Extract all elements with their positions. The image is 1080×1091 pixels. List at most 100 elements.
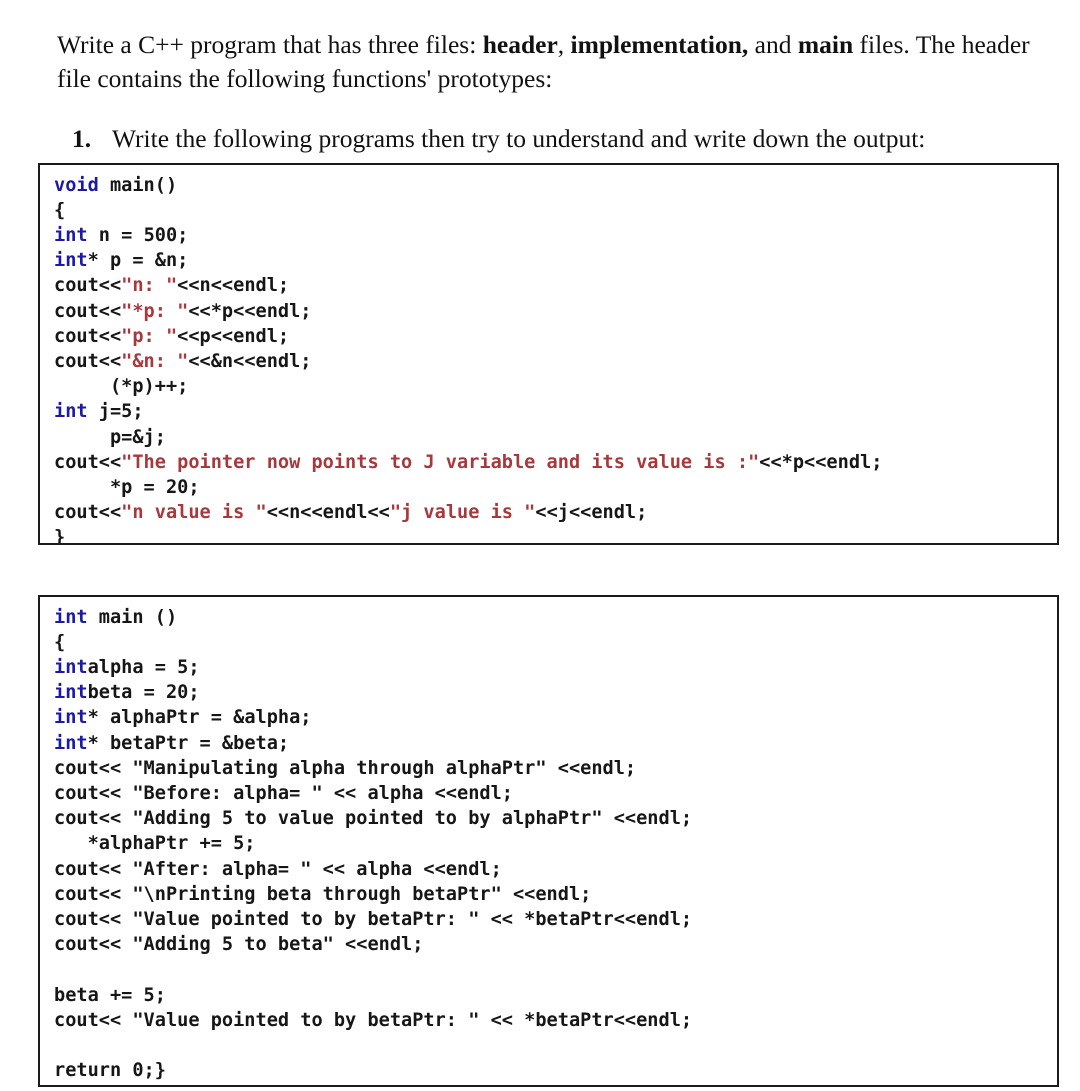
code-line: cout<< "Value pointed to by betaPtr: " <… [54,1008,1057,1033]
code-plain: cout<< [54,325,122,347]
code-plain: cout<< [54,275,122,297]
code-line: cout<< "Before: alpha= " << alpha <<endl… [54,781,1057,806]
code-line: cout<< "Adding 5 to beta" <<endl; [54,932,1057,957]
code-plain: n = 500; [87,224,189,246]
code-line: void main() [54,173,1057,198]
code-plain: *alphaPtr += 5; [54,833,256,855]
code-plain: cout<< "After: alpha= " << alpha <<endl; [54,858,502,880]
code-line: intbeta = 20; [54,680,1057,705]
code-plain: <<&n<<endl; [188,350,312,372]
code-line: int* p = &n; [54,248,1057,273]
code-plain: main () [87,606,178,628]
code-block-2: int main (){intalpha = 5; intbeta = 20; in… [38,594,1059,1087]
code-plain: <<*p<<endl; [188,300,312,322]
code-string: "p: " [121,325,178,347]
code-line: int main () [54,605,1057,630]
code-plain: cout<< "Value pointed to by betaPtr: " <… [54,908,693,930]
code-plain: cout<< [54,502,122,524]
code-plain: beta += 5; [54,984,166,1006]
code-line: return 0;} [54,1058,1057,1083]
code-keyword: int [54,401,88,423]
code-plain: <<p<<endl; [177,325,290,347]
code-line: cout<<"n value is "<<n<<endl<<"j value i… [54,500,1057,525]
code-plain: cout<< [54,451,122,473]
code-line: p=&j; [54,425,1057,450]
code-keyword: int [54,250,88,272]
code-line: } [54,525,1057,545]
code-plain: <<j<<endl; [535,502,648,524]
code-string: "n value is " [121,502,267,524]
code-plain: * p = &n; [87,250,189,272]
code-string: "*p: " [121,300,189,322]
code-line: int* betaPtr = &beta; [54,731,1057,756]
code-plain: { [54,199,66,221]
code-plain: cout<< "Adding 5 to beta" <<endl; [54,934,424,956]
code-line: { [54,630,1057,655]
code-plain: cout<< "\nPrinting beta through betaPtr"… [54,883,592,905]
code-line: cout<< "\nPrinting beta through betaPtr"… [54,882,1057,907]
code-line: cout<< "After: alpha= " << alpha <<endl; [54,857,1057,882]
code-line: beta += 5; [54,983,1057,1008]
code-keyword: int [54,224,88,246]
code-keyword: int [54,606,88,628]
code-string: "j value is " [389,502,536,524]
code-keyword: int [54,707,88,729]
code-plain: <<n<<endl<< [266,502,390,524]
code-block-2-content: int main (){intalpha = 5; intbeta = 20; in… [40,597,1057,1085]
intro-bold-term: implementation, [570,29,749,59]
code-line: *p = 20; [54,475,1057,500]
code-plain: (*p)++; [54,376,189,398]
code-line: (*p)++; [54,374,1057,399]
code-plain: cout<< "Value pointed to by betaPtr: " <… [54,1009,693,1031]
intro-text-run: , [557,29,571,59]
code-line: cout<< "Adding 5 to value pointed to by … [54,806,1057,831]
code-plain: *p = 20; [54,476,200,498]
code-line: int* alphaPtr = &alpha; [54,705,1057,730]
question-text: Write the following programs then try to… [112,124,926,154]
code-plain: beta = 20; [87,682,200,704]
code-plain: p=&j; [54,426,166,448]
code-line: cout<<"&n: "<<&n<<endl; [54,349,1057,374]
code-plain: { [54,631,66,653]
intro-paragraph: Write a C++ program that has three files… [0,26,1080,97]
code-plain: * alphaPtr = &alpha; [87,707,312,729]
code-keyword: void [54,174,99,196]
code-plain: cout<< "Manipulating alpha through alpha… [54,757,637,779]
code-plain: } [54,527,66,545]
code-plain: cout<< "Adding 5 to value pointed to by … [54,808,693,830]
code-plain: main() [98,174,178,196]
code-line: cout<<"The pointer now points to J varia… [54,450,1057,475]
intro-bold-term: main [797,29,854,59]
code-plain: <<*p<<endl; [759,451,883,473]
code-line: cout<<"n: "<<n<<endl; [54,273,1057,298]
code-plain: cout<< "Before: alpha= " << alpha <<endl… [54,782,513,804]
code-line: int n = 500; [54,223,1057,248]
code-line: intalpha = 5; [54,655,1057,680]
code-keyword: int [54,656,88,678]
intro-bold-term: header [482,29,558,59]
intro-text-run: and [748,29,798,59]
code-plain: cout<< [54,300,122,322]
question-number: 1. [72,124,92,154]
code-string: "The pointer now points to J variable an… [121,451,760,473]
code-block-1: void main(){int n = 500; int* p = &n; cout… [38,162,1059,545]
document-page: Write a C++ program that has three files… [0,26,1080,1091]
code-plain: alpha = 5; [87,656,200,678]
question-item-1: 1. Write the following programs then try… [0,122,1080,157]
code-keyword: int [54,682,88,704]
code-string: "&n: " [121,350,189,372]
code-plain: <<n<<endl; [177,275,290,297]
code-plain: j=5; [87,401,144,423]
code-line: *alphaPtr += 5; [54,831,1057,856]
code-keyword: int [54,732,88,754]
code-line: { [54,198,1057,223]
code-line: int j=5; [54,399,1057,424]
code-plain: * betaPtr = &beta; [87,732,290,754]
code-plain: return 0;} [54,1060,166,1082]
code-string: "n: " [121,275,178,297]
code-line: cout<< "Manipulating alpha through alpha… [54,756,1057,781]
code-block-1-content: void main(){int n = 500; int* p = &n; cout… [40,165,1057,545]
code-line: cout<< "Value pointed to by betaPtr: " <… [54,907,1057,932]
